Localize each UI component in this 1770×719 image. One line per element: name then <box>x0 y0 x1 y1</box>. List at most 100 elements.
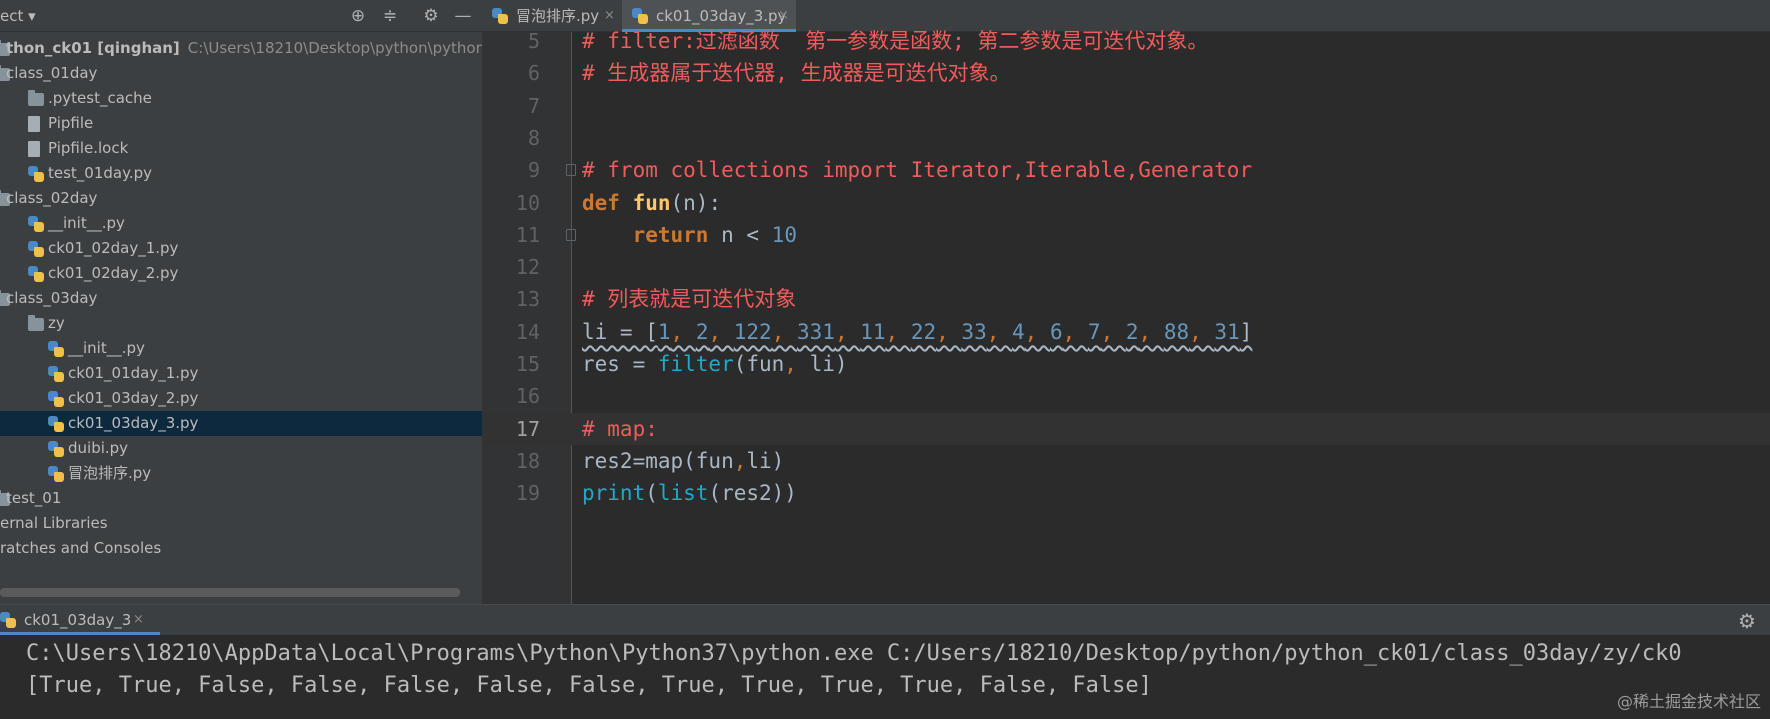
code-text: # 列表就是可迭代对象 <box>582 283 796 315</box>
locate-icon[interactable]: ⊕ <box>347 5 369 27</box>
code-token: res2=map(fun <box>582 448 734 473</box>
run-tab-label: ck01_03day_3 <box>24 611 132 629</box>
code-token: 11 <box>860 319 886 344</box>
code-line: 11 return n < 10 <box>0 219 1770 251</box>
code-text: def fun(n): <box>582 187 721 219</box>
run-panel-header: ck01_03day_3 × ⚙ <box>0 605 1770 635</box>
code-token: res = <box>582 352 658 376</box>
code-text: # map: <box>582 413 658 445</box>
code-token: 4 <box>1012 319 1025 344</box>
collapse-all-icon[interactable]: ≑ <box>379 5 401 27</box>
code-token: def <box>582 190 633 215</box>
line-number: 6 <box>527 61 540 86</box>
code-token: ( <box>645 481 658 506</box>
gear-icon[interactable]: ⚙ <box>1738 609 1756 633</box>
line-number: 17 <box>515 416 540 441</box>
code-line: 8 <box>0 122 1770 154</box>
project-view-selector[interactable]: ect ▾ <box>0 7 36 25</box>
run-panel: ck01_03day_3 × ⚙ C:\Users\18210\AppData\… <box>0 604 1770 719</box>
python-file-icon <box>48 416 64 432</box>
code-line: 10 def fun(n): <box>0 187 1770 219</box>
line-number: 15 <box>515 352 540 376</box>
line-number: 11 <box>515 222 540 247</box>
line-number: 7 <box>527 93 540 118</box>
code-token: li = [ <box>582 319 658 344</box>
code-token: # map: <box>582 416 658 441</box>
code-token: , <box>670 319 696 344</box>
fold-marker-icon[interactable] <box>566 164 576 177</box>
chevron-down-icon: ▾ <box>28 7 36 25</box>
run-tab[interactable]: ck01_03day_3 × <box>0 605 160 635</box>
python-file-icon <box>492 8 508 24</box>
code-token: 6 <box>1049 319 1063 344</box>
code-line: 6 # 生成器属于迭代器, 生成器是可迭代对象。 <box>0 57 1770 89</box>
code-token: , <box>885 319 911 344</box>
code-token: , <box>784 352 810 376</box>
line-number: 9 <box>527 158 540 183</box>
code-line: 9 # from collections import Iterator,Iter… <box>0 154 1770 186</box>
code-token: # from collections import Iterator,Itera… <box>582 158 1253 183</box>
fold-marker-icon[interactable] <box>566 228 576 241</box>
code-token: li) <box>809 352 848 376</box>
code-token: 122 <box>733 319 772 344</box>
code-token: , <box>708 319 734 344</box>
code-token: (res2)) <box>708 481 797 506</box>
code-token: fun <box>632 190 671 215</box>
code-line: 15 res = filter(fun, li) <box>0 348 1770 380</box>
horizontal-scrollbar[interactable] <box>0 588 460 597</box>
line-number: 5 <box>527 29 540 53</box>
line-number: 19 <box>515 481 540 506</box>
code-line: 13 # 列表就是可迭代对象 <box>0 283 1770 315</box>
code-token: , <box>936 319 962 344</box>
code-token: 1 <box>657 319 671 344</box>
line-number: 18 <box>515 448 540 473</box>
code-text: # filter:过滤函数 第一参数是函数; 第二参数是可迭代对象。 <box>582 25 1208 57</box>
line-number: 14 <box>515 319 540 344</box>
code-token: , <box>771 319 797 344</box>
tree-item[interactable]: ernal Libraries <box>0 511 482 536</box>
code-line: 5 # filter:过滤函数 第一参数是函数; 第二参数是可迭代对象。 <box>0 25 1770 57</box>
watermark: @稀土掘金技术社区 <box>1617 692 1762 711</box>
code-token: , <box>834 319 861 344</box>
code-token: 331 <box>797 319 835 344</box>
line-number: 10 <box>515 190 540 215</box>
code-token: # filter:过滤函数 第一参数是函数; 第二参数是可迭代对象。 <box>582 29 1209 53</box>
code-token: , <box>733 448 747 473</box>
code-line: 14 li = [1, 2, 122, 331, 11, 22, 33, 4, 6… <box>0 316 1770 348</box>
code-token: 2 <box>1125 319 1139 344</box>
code-token: n < <box>721 222 772 247</box>
line-number: 16 <box>515 384 540 409</box>
code-line: 17 # map: <box>482 412 1770 445</box>
code-text: res = filter(fun, li) <box>582 348 848 380</box>
code-token: , <box>986 319 1013 344</box>
code-token: 22 <box>910 319 937 344</box>
line-number: 12 <box>515 255 540 280</box>
code-token: print <box>582 481 646 506</box>
close-icon[interactable]: × <box>133 605 144 635</box>
code-text: li = [1, 2, 122, 331, 11, 22, 33, 4, 6, … <box>582 316 1252 348</box>
console-output-line: [True, True, False, False, False, False,… <box>26 673 1152 698</box>
tree-item[interactable]: ratches and Consoles <box>0 536 482 561</box>
code-text: res2=map(fun,li) <box>582 445 784 477</box>
code-token: , <box>1138 319 1164 344</box>
code-token: (n): <box>670 190 722 215</box>
code-token: li) <box>746 448 785 473</box>
tree-item[interactable]: ck01_03day_3.py <box>0 411 482 436</box>
tree-item-label: ratches and Consoles <box>0 539 162 557</box>
tree-item-label: ck01_03day_3.py <box>68 414 199 432</box>
code-text: # from collections import Iterator,Itera… <box>582 154 1252 186</box>
code-token: # 生成器属于迭代器, 生成器是可迭代对象。 <box>582 61 1011 86</box>
code-line: 12 <box>0 251 1770 283</box>
minimize-icon[interactable]: — <box>452 5 474 27</box>
console-output-line: C:\Users\18210\AppData\Local\Programs\Py… <box>26 641 1682 666</box>
tree-item-label: ernal Libraries <box>0 514 108 532</box>
code-token: 31 <box>1214 319 1240 344</box>
code-token: 88 <box>1163 319 1190 344</box>
gear-icon[interactable]: ⚙ <box>420 5 442 27</box>
code-token: # 列表就是可迭代对象 <box>582 287 797 312</box>
line-number: 8 <box>527 125 540 150</box>
code-token: 33 <box>961 319 987 344</box>
code-token: return <box>632 222 722 247</box>
code-line: 18 res2=map(fun,li) <box>0 445 1770 477</box>
